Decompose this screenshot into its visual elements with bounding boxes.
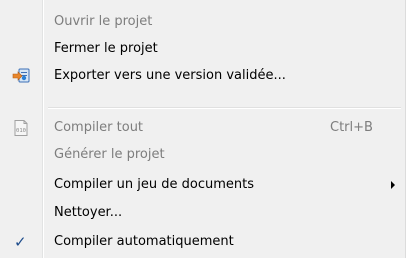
menu-item-label: Compiler un jeu de documents: [54, 177, 254, 192]
checkmark-icon: ✓: [14, 233, 27, 251]
menu-item-build-working-set[interactable]: Compiler un jeu de documents: [0, 172, 405, 198]
menu-item-build-all[interactable]: 010 Compiler tout Ctrl+B: [0, 115, 405, 141]
menu-item-close-project[interactable]: Fermer le projet: [0, 36, 405, 62]
menu-item-build-automatically[interactable]: ✓ Compiler automatiquement: [0, 229, 405, 255]
binary-icon-text: 010: [16, 128, 26, 134]
menu-item-label: Fermer le projet: [54, 41, 158, 56]
menu-item-export-validated[interactable]: Exporter vers une version validée...: [0, 63, 405, 89]
menu-item-label: Compiler tout: [54, 120, 144, 135]
submenu-arrow-icon: [391, 181, 395, 189]
menu-item-label: Générer le projet: [54, 147, 165, 162]
menu-item-clean[interactable]: Nettoyer...: [0, 200, 405, 226]
menu-item-open-project[interactable]: Ouvrir le projet: [0, 9, 405, 35]
menu-item-label: Compiler automatiquement: [54, 234, 234, 249]
menu-item-label: Ouvrir le projet: [54, 14, 153, 29]
menu-separator: [48, 107, 401, 109]
context-menu: Ouvrir le projet Fermer le projet Export…: [0, 0, 406, 258]
menu-item-build-project[interactable]: Générer le projet: [0, 142, 405, 168]
menu-item-label: Exporter vers une version validée...: [54, 68, 286, 83]
menu-item-shortcut: Ctrl+B: [330, 120, 373, 135]
binary-file-icon: 010: [12, 120, 30, 136]
export-icon: [12, 68, 30, 84]
menu-item-label: Nettoyer...: [54, 205, 123, 220]
